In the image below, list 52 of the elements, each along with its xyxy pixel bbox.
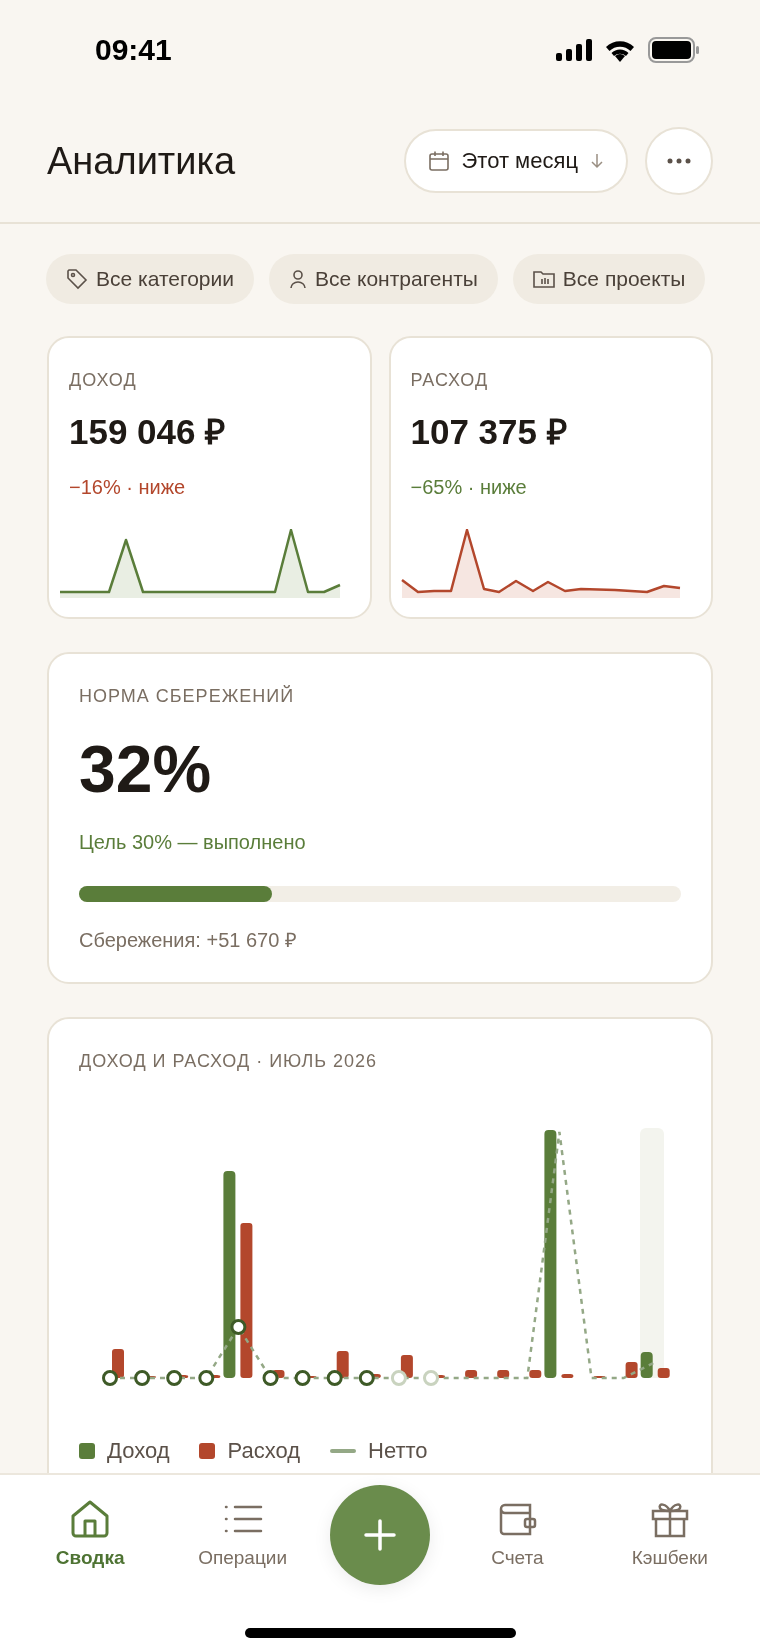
home-icon: [70, 1499, 111, 1539]
tag-icon: [66, 268, 88, 290]
net-point: [294, 1370, 311, 1386]
expense-bar: [657, 1368, 670, 1378]
net-point: [134, 1370, 151, 1386]
filter-chip[interactable]: Все проекты: [512, 254, 706, 304]
plus-icon: [363, 1519, 396, 1551]
person-icon: [288, 269, 307, 289]
arrow-down-icon: [590, 153, 604, 169]
net-point: [423, 1370, 439, 1386]
folder-icon: [532, 269, 555, 289]
net-point: [166, 1370, 183, 1386]
net-point: [230, 1319, 247, 1335]
status-time: 09:41: [95, 33, 172, 67]
more-icon: [667, 158, 691, 164]
nav-tab[interactable]: Кэшбеки: [604, 1499, 735, 1569]
battery-icon: [648, 37, 700, 63]
legend-label: Нетто: [368, 1438, 428, 1464]
nav-tab[interactable]: Сводка: [25, 1499, 156, 1569]
filter-chip[interactable]: Все контрагенты: [268, 254, 498, 304]
card-label: РАСХОД: [410, 370, 490, 391]
net-point: [262, 1370, 279, 1386]
change-text: −16% · ниже: [69, 476, 187, 499]
savings-amount: Сбережения: +51 670 ₽: [79, 928, 298, 953]
net-point: [390, 1370, 407, 1386]
net-point: [198, 1370, 215, 1386]
filter-chip[interactable]: Все категории: [46, 254, 254, 304]
expense-bar: [529, 1370, 542, 1378]
nav-tab[interactable]: Операции: [177, 1499, 308, 1569]
signal-icon: [556, 39, 592, 61]
wifi-icon: [604, 38, 636, 62]
calendar-icon: [427, 150, 450, 172]
amount-text: 159 046 ₽: [69, 411, 227, 453]
nav-tab[interactable]: Счета: [452, 1499, 583, 1569]
page-title: Аналитика: [47, 139, 236, 183]
expense-bar: [625, 1362, 638, 1378]
card-label: НОРМА СБЕРЕЖЕНИЙ: [79, 686, 296, 707]
period-button[interactable]: Этот месяц: [403, 129, 628, 193]
net-point: [326, 1370, 343, 1386]
chart-title: ДОХОД И РАСХОД · ИЮЛЬ 2026: [79, 1051, 379, 1072]
savings-rate: 32%: [79, 731, 213, 807]
amount-text: 107 375 ₽: [410, 411, 568, 453]
expense-bar: [561, 1374, 574, 1378]
net-point: [102, 1370, 118, 1386]
change-text: −65% · ниже: [410, 476, 528, 499]
card-label: ДОХОД: [69, 370, 138, 391]
legend-label: Расход: [227, 1438, 300, 1464]
expense-bar: [497, 1370, 510, 1378]
net-point: [358, 1370, 375, 1386]
expense-bar: [465, 1370, 478, 1378]
legend-label: Доход: [107, 1438, 170, 1464]
goal-text: Цель 30% — выполнено: [79, 831, 307, 854]
